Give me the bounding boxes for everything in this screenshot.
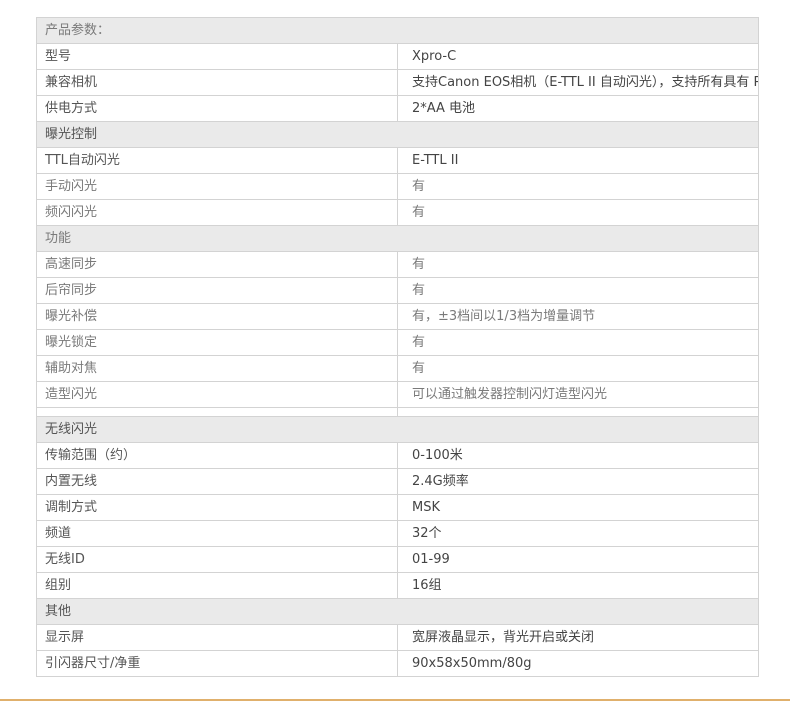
table-row: 传输范围（约） 0-100米 <box>36 442 759 469</box>
section-header-wireless: 无线闪光 <box>36 416 759 443</box>
row-label: 后帘同步 <box>36 277 398 304</box>
row-value: 32个 <box>397 520 759 547</box>
product-spec-table: 产品参数： 型号 Xpro-C 兼容相机 支持Canon EOS相机（E-TTL… <box>36 17 759 677</box>
table-row: 调制方式 MSK <box>36 494 759 521</box>
row-label: 供电方式 <box>36 95 398 122</box>
row-value: 16组 <box>397 572 759 599</box>
row-label: 内置无线 <box>36 468 398 495</box>
clipped-cell <box>36 407 398 417</box>
section-header-exposure: 曝光控制 <box>36 121 759 148</box>
row-label: 曝光锁定 <box>36 329 398 356</box>
table-row: 曝光锁定 有 <box>36 329 759 356</box>
table-row: TTL自动闪光 E-TTL II <box>36 147 759 174</box>
row-value: 2.4G频率 <box>397 468 759 495</box>
table-row: 辅助对焦 有 <box>36 355 759 382</box>
row-label: 兼容相机 <box>36 69 398 96</box>
row-label: 造型闪光 <box>36 381 398 408</box>
row-value: 0-100米 <box>397 442 759 469</box>
row-value: 有，±3档间以1/3档为增量调节 <box>397 303 759 330</box>
row-label: 显示屏 <box>36 624 398 651</box>
row-value: 可以通过触发器控制闪灯造型闪光 <box>397 381 759 408</box>
table-row: 无线ID 01-99 <box>36 546 759 573</box>
row-label: 频道 <box>36 520 398 547</box>
row-label: 传输范围（约） <box>36 442 398 469</box>
row-value: 2*AA 电池 <box>397 95 759 122</box>
table-row: 频道 32个 <box>36 520 759 547</box>
row-label: 调制方式 <box>36 494 398 521</box>
section-title: 无线闪光 <box>36 416 759 443</box>
row-label: 型号 <box>36 43 398 70</box>
table-row: 供电方式 2*AA 电池 <box>36 95 759 122</box>
bottom-divider <box>0 699 790 701</box>
row-label: 组别 <box>36 572 398 599</box>
clipped-cell <box>397 407 759 417</box>
row-value: 有 <box>397 355 759 382</box>
table-row: 组别 16组 <box>36 572 759 599</box>
row-value: 支持Canon EOS相机（E-TTL II 自动闪光），支持所有具有 PC 输… <box>397 69 759 96</box>
row-value: MSK <box>397 494 759 521</box>
row-value: 宽屏液晶显示，背光开启或关闭 <box>397 624 759 651</box>
section-title: 曝光控制 <box>36 121 759 148</box>
table-row: 型号 Xpro-C <box>36 43 759 70</box>
table-row: 频闪闪光 有 <box>36 199 759 226</box>
row-value: 有 <box>397 277 759 304</box>
table-row: 后帘同步 有 <box>36 277 759 304</box>
table-row: 手动闪光 有 <box>36 173 759 200</box>
table-row: 显示屏 宽屏液晶显示，背光开启或关闭 <box>36 624 759 651</box>
row-label: 频闪闪光 <box>36 199 398 226</box>
table-row: 造型闪光 可以通过触发器控制闪灯造型闪光 <box>36 381 759 408</box>
section-header-product-params: 产品参数： <box>36 17 759 44</box>
row-label: 手动闪光 <box>36 173 398 200</box>
row-value: E-TTL II <box>397 147 759 174</box>
row-value: 有 <box>397 329 759 356</box>
row-value: 01-99 <box>397 546 759 573</box>
row-value: 有 <box>397 251 759 278</box>
table-row: 高速同步 有 <box>36 251 759 278</box>
section-title: 功能 <box>36 225 759 252</box>
row-label: 引闪器尺寸/净重 <box>36 650 398 677</box>
row-value: Xpro-C <box>397 43 759 70</box>
section-title: 其他 <box>36 598 759 625</box>
section-header-functions: 功能 <box>36 225 759 252</box>
section-title: 产品参数： <box>36 17 759 44</box>
row-label: 辅助对焦 <box>36 355 398 382</box>
table-row: 引闪器尺寸/净重 90x58x50mm/80g <box>36 650 759 677</box>
table-row: 内置无线 2.4G频率 <box>36 468 759 495</box>
row-label: 高速同步 <box>36 251 398 278</box>
clipped-row <box>36 407 759 417</box>
row-label: TTL自动闪光 <box>36 147 398 174</box>
table-row: 曝光补偿 有，±3档间以1/3档为增量调节 <box>36 303 759 330</box>
row-value: 90x58x50mm/80g <box>397 650 759 677</box>
row-label: 曝光补偿 <box>36 303 398 330</box>
section-header-other: 其他 <box>36 598 759 625</box>
row-value: 有 <box>397 199 759 226</box>
row-value: 有 <box>397 173 759 200</box>
table-row: 兼容相机 支持Canon EOS相机（E-TTL II 自动闪光），支持所有具有… <box>36 69 759 96</box>
row-label: 无线ID <box>36 546 398 573</box>
